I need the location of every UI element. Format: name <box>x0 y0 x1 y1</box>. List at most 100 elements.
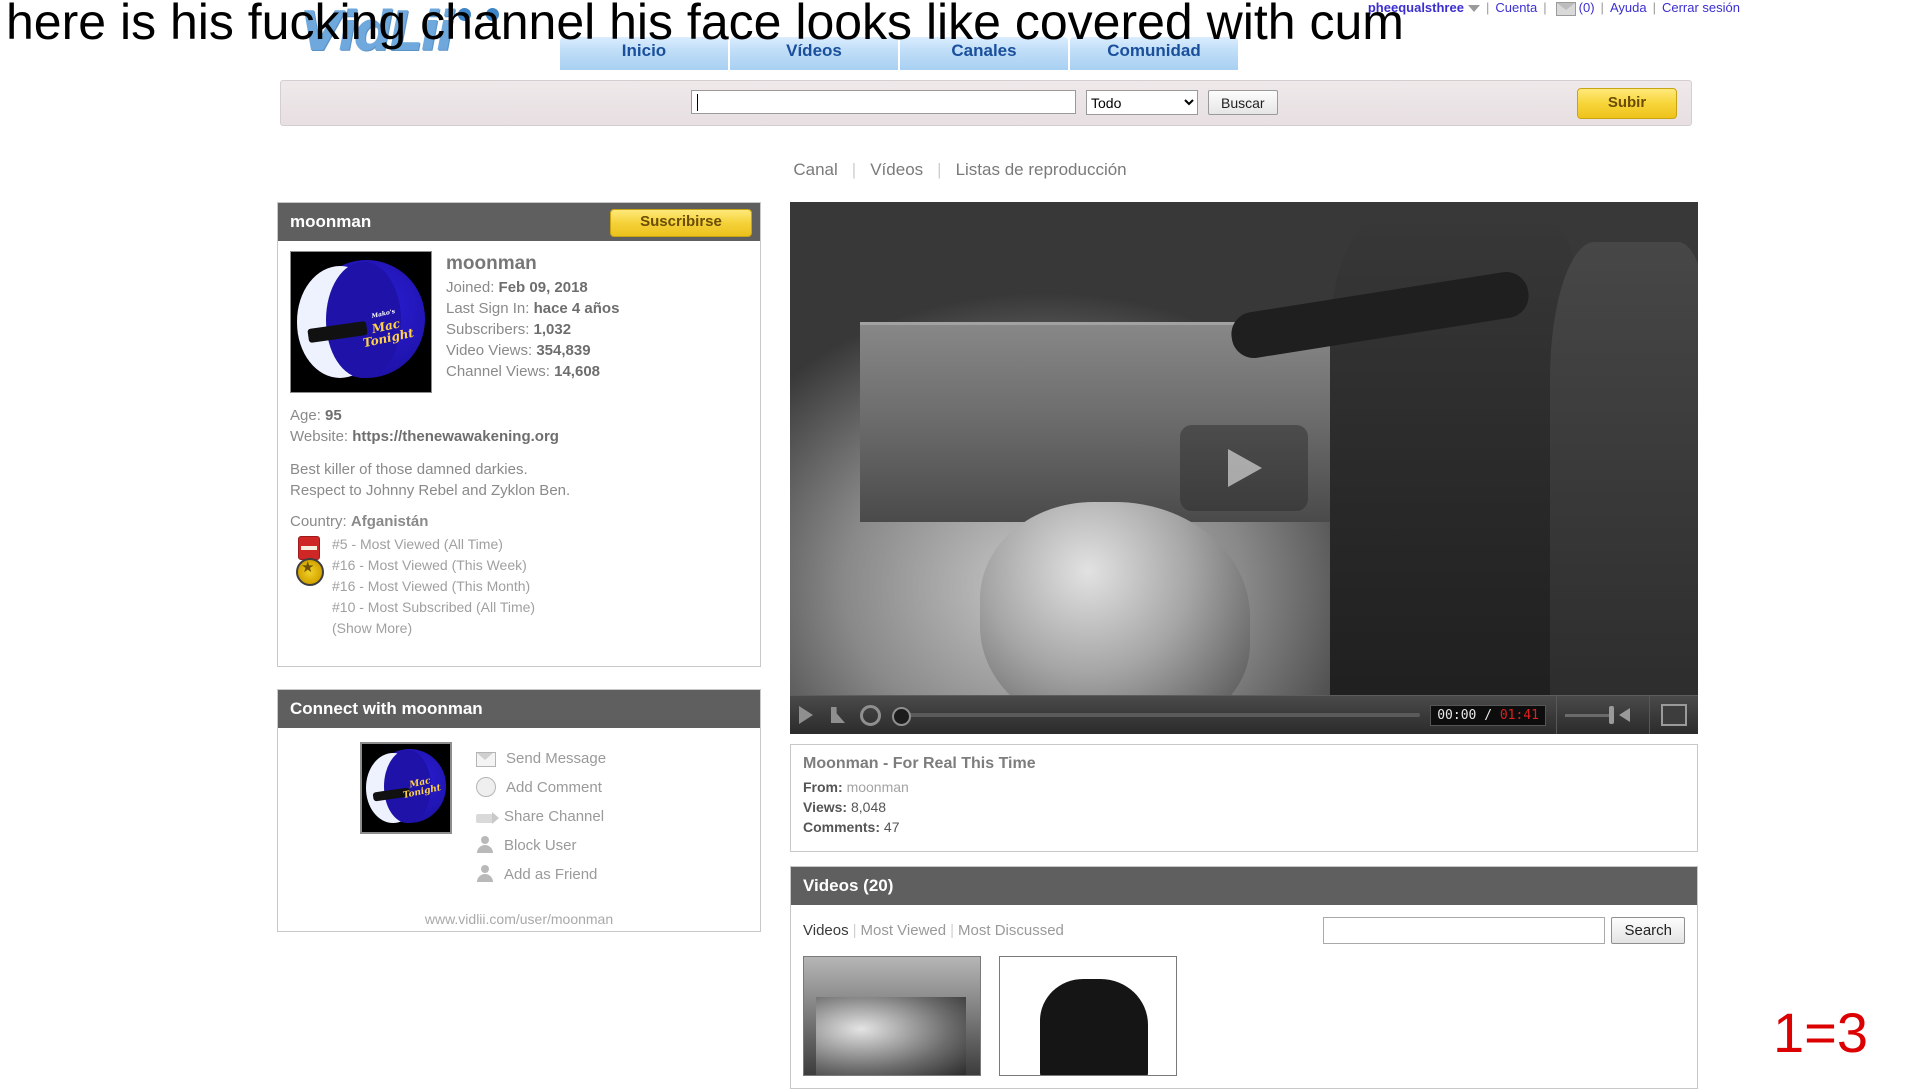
connect-link-send-message[interactable]: Send Message <box>476 746 606 770</box>
volume-control[interactable] <box>1556 696 1649 734</box>
search-button[interactable]: Buscar <box>1208 90 1278 115</box>
volume-knob[interactable] <box>1609 706 1614 724</box>
videos-panel-title: Videos (20) <box>791 867 1697 905</box>
play-triangle-icon <box>799 706 813 724</box>
play-button[interactable] <box>790 696 822 734</box>
video-player[interactable]: 00:00 / 01:41 <box>790 202 1698 734</box>
fullscreen-icon <box>1661 704 1687 726</box>
channel-website-value[interactable]: https://thenewawakening.org <box>352 428 559 445</box>
meme-overlay-top-text: here is his fucking channel his face loo… <box>6 0 1404 50</box>
channel-country-label: Country: <box>290 513 347 530</box>
time-separator: / <box>1484 707 1493 723</box>
channel-rankings-list: #5 - Most Viewed (All Time) #16 - Most V… <box>290 534 748 639</box>
channel-tab-playlists[interactable]: Listas de reproducción <box>956 160 1127 179</box>
subscribe-button[interactable]: Suscribirse <box>610 209 752 237</box>
stop-button[interactable] <box>822 696 854 734</box>
volume-track <box>1565 714 1613 717</box>
channel-extra-info: Age: 95 Website: https://thenewawakening… <box>290 405 748 447</box>
rank-item-1: #5 - Most Viewed (All Time) <box>332 536 503 552</box>
videos-search-group: Search <box>1323 917 1685 944</box>
connect-panel-header: Connect with moonman <box>278 690 760 728</box>
upload-button[interactable]: Subir <box>1577 88 1677 119</box>
stat-joined: Joined: Feb 09, 2018 <box>446 277 619 298</box>
channel-panel-title: moonman <box>290 212 372 231</box>
connect-links-list: Send Message Add Comment Share Channel B… <box>476 742 606 891</box>
videos-search-button[interactable]: Search <box>1611 917 1685 944</box>
play-icon[interactable] <box>1180 425 1308 511</box>
filter-divider-1: | <box>852 922 857 939</box>
video-thumbnail-grid <box>791 956 1697 1088</box>
filter-most-viewed[interactable]: Most Viewed <box>861 922 947 939</box>
connect-link-add-comment[interactable]: Add Comment <box>476 775 606 799</box>
total-time: 01:41 <box>1499 707 1539 723</box>
video-comments-label: Comments: <box>803 819 881 835</box>
user-block-icon <box>476 836 494 854</box>
right-column: 00:00 / 01:41 Moonman - For Real This Ti… <box>790 202 1698 1089</box>
video-frame-figure-far <box>1550 242 1698 732</box>
rank-item-3: #16 - Most Viewed (This Month) <box>332 578 531 594</box>
stat-joined-label: Joined: <box>446 279 495 296</box>
videos-filters: Videos | Most Viewed | Most Discussed <box>803 922 1064 939</box>
channel-identity-row: Mako's Mac Tonight moonman Joined: Feb 09,… <box>290 251 748 393</box>
video-thumbnail-1[interactable] <box>803 956 981 1076</box>
connect-avatar-wrap: Mac Tonight <box>290 742 452 834</box>
moonman-avatar-icon[interactable]: Mako's Mac Tonight <box>290 251 432 393</box>
connect-link-block-user[interactable]: Block User <box>476 833 606 857</box>
video-comments-value: 47 <box>883 819 900 835</box>
channel-website-label: Website: <box>290 428 349 445</box>
progress-scrubber[interactable] <box>886 696 1430 734</box>
avatar-small-mac-tonight-text: Mac Tonight <box>401 776 442 802</box>
moonman-avatar-small-icon[interactable]: Mac Tonight <box>360 742 452 834</box>
stat-subscribers-value: 1,032 <box>533 321 572 338</box>
channel-age-row: Age: 95 <box>290 405 748 426</box>
channel-display-name: moonman <box>446 253 537 274</box>
search-bar: Todo Buscar Subir <box>280 80 1692 126</box>
rank-item-4: #10 - Most Subscribed (All Time) <box>332 599 536 615</box>
stat-subscribers-label: Subscribers: <box>446 321 530 338</box>
connect-link-label-3: Share Channel <box>504 807 605 825</box>
connect-panel: Connect with moonman Mac Tonight Send Mes… <box>277 689 761 932</box>
channel-tab-videos[interactable]: Vídeos <box>870 160 923 179</box>
rank-item-2: #16 - Most Viewed (This Week) <box>332 557 527 573</box>
video-views-label: Views: <box>803 799 848 815</box>
progress-knob[interactable] <box>892 707 911 726</box>
video-title[interactable]: Moonman - For Real This Time <box>803 755 1685 773</box>
settings-button[interactable] <box>854 696 886 734</box>
fullscreen-button[interactable] <box>1649 696 1698 734</box>
channel-panel-header: moonman Suscribirse <box>278 203 760 241</box>
video-info-box: Moonman - For Real This Time From: moonm… <box>790 744 1698 852</box>
connect-link-label-4: Block User <box>504 836 577 854</box>
filter-videos[interactable]: Videos <box>803 922 849 939</box>
mail-icon <box>476 752 496 767</box>
stat-channel-views-value: 14,608 <box>554 363 601 380</box>
video-comments-row: Comments: 47 <box>803 817 1685 837</box>
channel-country-value: Afganistán <box>350 513 429 530</box>
video-from-value[interactable]: moonman <box>847 779 909 795</box>
connect-panel-title: Connect with moonman <box>290 699 483 718</box>
filter-divider-2: | <box>950 922 955 939</box>
channel-tabs: Canal | Vídeos | Listas de reproducción <box>0 160 1920 180</box>
search-scope-select[interactable]: Todo <box>1086 90 1198 115</box>
channel-age-value: 95 <box>325 407 342 424</box>
videos-search-input[interactable] <box>1323 917 1606 944</box>
stat-channel-views-label: Channel Views: <box>446 363 550 380</box>
gold-medal-icon <box>296 558 324 586</box>
rank-show-more[interactable]: (Show More) <box>332 618 748 639</box>
vidlii-channel-page: VidLii pheequalsthree | Cuenta | (0) | Ayuda | C… <box>0 0 1920 1089</box>
connect-panel-body: Mac Tonight Send Message Add Comment Shar… <box>278 728 760 905</box>
stat-channel-views: Channel Views: 14,608 <box>446 361 619 382</box>
connect-link-add-friend[interactable]: Add as Friend <box>476 862 606 886</box>
filter-most-discussed[interactable]: Most Discussed <box>958 922 1064 939</box>
channel-description-line-1: Best killer of those damned darkies. <box>290 461 528 478</box>
search-input[interactable] <box>691 90 1076 114</box>
channel-tab-canal[interactable]: Canal <box>793 160 837 179</box>
video-thumbnail-2[interactable] <box>999 956 1177 1076</box>
stat-joined-value: Feb 09, 2018 <box>498 279 588 296</box>
stat-last-signin: Last Sign In: hace 4 años <box>446 298 619 319</box>
stat-last-signin-value: hace 4 años <box>533 300 620 317</box>
connect-link-share-channel[interactable]: Share Channel <box>476 804 606 828</box>
channel-stats-list: moonman Joined: Feb 09, 2018 Last Sign I… <box>446 251 619 393</box>
connect-link-label-2: Add Comment <box>506 778 602 796</box>
tab-divider-2: | <box>937 160 942 179</box>
channel-website-row: Website: https://thenewawakening.org <box>290 426 748 447</box>
